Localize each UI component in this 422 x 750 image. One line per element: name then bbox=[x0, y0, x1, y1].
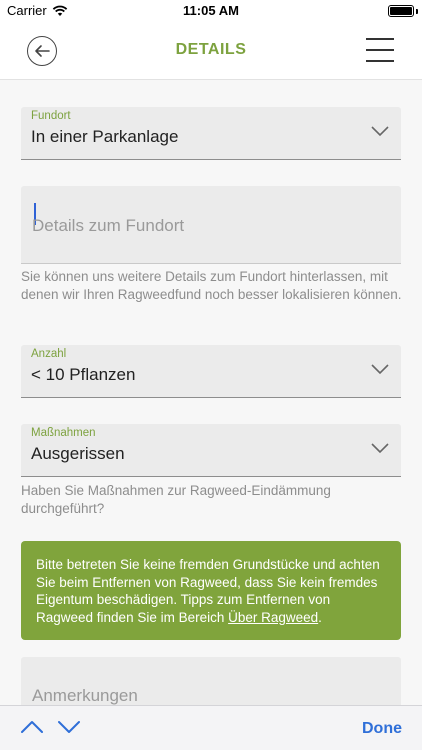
status-time: 11:05 AM bbox=[183, 3, 239, 18]
menu-line bbox=[366, 38, 394, 40]
info-notice: Bitte betreten Sie keine fremden Grundst… bbox=[21, 541, 401, 640]
details-helper-text: Sie können uns weitere Details zum Fundo… bbox=[21, 269, 402, 302]
fundort-value: In einer Parkanlage bbox=[31, 127, 179, 146]
notice-text: Bitte betreten Sie keine fremden Grundst… bbox=[36, 557, 380, 625]
nav-bar: DETAILS bbox=[0, 22, 422, 80]
menu-line bbox=[366, 49, 394, 51]
fundort-select[interactable]: Fundort In einer Parkanlage bbox=[21, 107, 401, 160]
anzahl-label: Anzahl bbox=[31, 348, 67, 360]
notice-suffix: . bbox=[318, 609, 322, 625]
massnahmen-label: Maßnahmen bbox=[31, 427, 96, 439]
chevron-down-icon bbox=[371, 364, 389, 375]
fundort-label: Fundort bbox=[31, 110, 71, 122]
chevron-down-icon[interactable] bbox=[58, 720, 80, 734]
keyboard-toolbar: Done bbox=[0, 705, 422, 750]
ueber-ragweed-link[interactable]: Über Ragweed bbox=[228, 610, 318, 625]
menu-button[interactable] bbox=[366, 38, 394, 62]
anzahl-value: < 10 Pflanzen bbox=[31, 365, 136, 384]
chevron-up-icon[interactable] bbox=[21, 720, 43, 734]
status-bar: Carrier 11:05 AM bbox=[0, 0, 422, 22]
done-button[interactable]: Done bbox=[362, 720, 402, 738]
battery-icon bbox=[388, 5, 414, 17]
battery-tip bbox=[416, 9, 418, 14]
page-title: DETAILS bbox=[175, 41, 247, 58]
anmerkungen-input[interactable]: Anmerkungen bbox=[21, 657, 401, 705]
anmerkungen-placeholder: Anmerkungen bbox=[32, 686, 138, 705]
details-placeholder: Details zum Fundort bbox=[32, 216, 185, 235]
massnahmen-value: Ausgerissen bbox=[31, 444, 125, 463]
massnahmen-select[interactable]: Maßnahmen Ausgerissen bbox=[21, 424, 401, 477]
menu-line bbox=[366, 60, 394, 62]
details-input[interactable]: Details zum Fundort bbox=[21, 186, 401, 264]
chevron-down-icon bbox=[371, 443, 389, 454]
chevron-down-icon bbox=[371, 126, 389, 137]
massnahmen-helper-text: Haben Sie Maßnahmen zur Ragweed-Eindämmu… bbox=[21, 483, 331, 516]
anzahl-select[interactable]: Anzahl < 10 Pflanzen bbox=[21, 345, 401, 398]
